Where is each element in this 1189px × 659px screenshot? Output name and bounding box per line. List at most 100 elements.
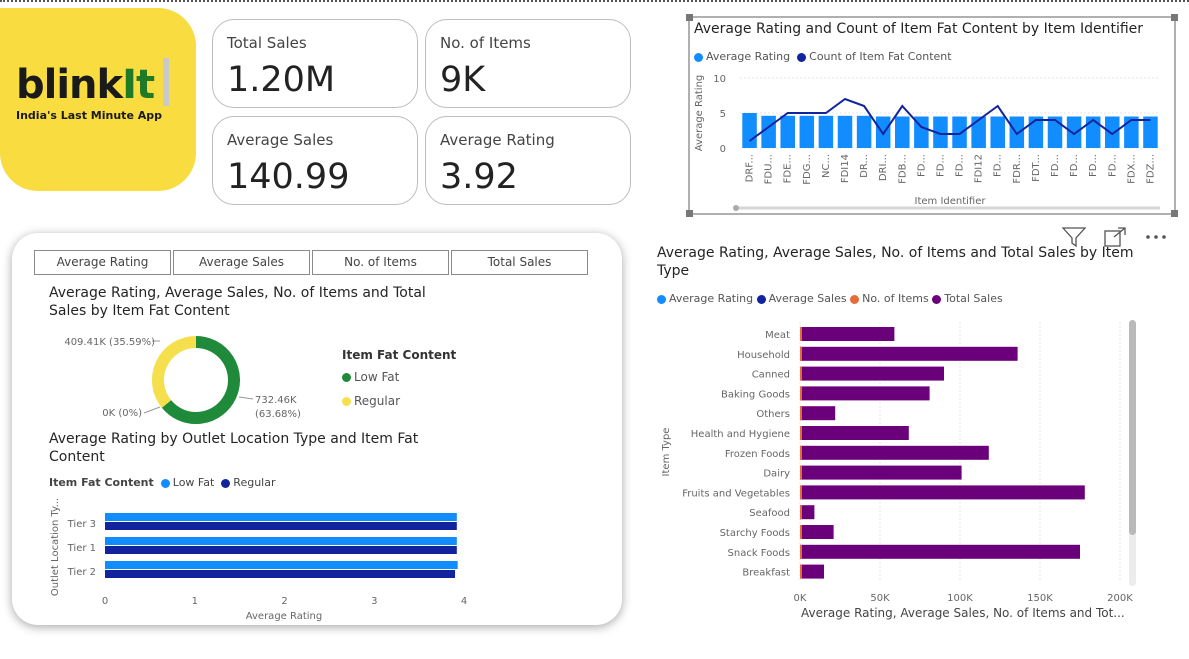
y-axis-title: Average Rating bbox=[694, 75, 705, 151]
legend-swatch bbox=[342, 397, 351, 406]
bar-regular bbox=[105, 546, 457, 554]
x-tick-label: FDT... bbox=[1031, 154, 1042, 182]
kpi-value: 9K bbox=[440, 60, 486, 100]
donut-data-label: 732.46K bbox=[255, 395, 297, 406]
bar-total-sales bbox=[800, 564, 824, 579]
y-tick-label: Snack Foods bbox=[728, 548, 790, 559]
kpi-card-total-sales[interactable]: Total Sales 1.20M bbox=[212, 19, 418, 108]
x-axis-title: Item Identifier bbox=[915, 196, 987, 207]
x-tick-label: FDZ... bbox=[1145, 154, 1156, 184]
x-tick-label: 2 bbox=[281, 596, 287, 607]
y-axis-title: Outlet Location Ty... bbox=[50, 498, 61, 596]
combo-chart-visual[interactable]: Average Rating and Count of Item Fat Con… bbox=[686, 14, 1178, 217]
y-tick-label: 10 bbox=[713, 74, 726, 85]
bar-low-fat bbox=[105, 537, 457, 545]
top-dotted-border bbox=[0, 0, 1189, 4]
bar-average-rating bbox=[1066, 116, 1082, 148]
legend-label: Average Sales bbox=[768, 292, 847, 305]
bar-low-fat bbox=[105, 561, 458, 569]
x-tick-label: DRF... bbox=[745, 154, 756, 182]
slicer-average-sales[interactable]: Average Sales bbox=[173, 250, 310, 275]
y-tick-label: Dairy bbox=[763, 469, 790, 480]
blinkit-logo: blinkIt India's Last Minute App bbox=[0, 8, 196, 191]
x-tick-label: FDG... bbox=[802, 154, 813, 185]
bar-no-of-items bbox=[800, 406, 802, 421]
bar-total-sales bbox=[800, 465, 962, 480]
y-tick-label: Household bbox=[737, 350, 790, 361]
legend-label: Regular bbox=[354, 394, 401, 408]
bar-average-rating bbox=[856, 115, 872, 148]
bar-total-sales bbox=[800, 366, 944, 381]
bar-total-sales bbox=[800, 525, 834, 539]
bar-total-sales bbox=[800, 327, 895, 341]
legend-label: Low Fat bbox=[354, 370, 400, 384]
legend-swatch bbox=[221, 478, 231, 488]
kpi-value: 1.20M bbox=[227, 60, 336, 100]
slicer-total-sales[interactable]: Total Sales bbox=[451, 250, 588, 275]
legend-swatch bbox=[342, 373, 351, 382]
bar-average-rating bbox=[742, 113, 757, 148]
legend-label: Total Sales bbox=[944, 292, 1003, 305]
kpi-label: No. of Items bbox=[440, 34, 531, 52]
x-tick-label: FD... bbox=[955, 154, 966, 177]
y-tick-label: Starchy Foods bbox=[720, 528, 790, 539]
bar-no-of-items bbox=[800, 525, 802, 539]
bar-no-of-items bbox=[800, 564, 802, 579]
bar-total-sales bbox=[800, 386, 930, 401]
x-tick-label: 50K bbox=[870, 593, 890, 604]
donut-data-label: (63.68%) bbox=[255, 409, 301, 420]
kpi-label: Average Rating bbox=[440, 131, 555, 149]
donut-legend-item-regular[interactable]: Regular bbox=[342, 394, 400, 408]
combo-chart-svg: 10 5 0 Average Rating DRF... FDU... FDE... FDG.… bbox=[694, 74, 1160, 211]
x-tick-label: 0K bbox=[794, 593, 807, 604]
slicer-no-of-items[interactable]: No. of Items bbox=[312, 250, 449, 275]
x-tick-label: DRI... bbox=[878, 154, 889, 181]
legend-label: Low Fat bbox=[172, 476, 215, 489]
chart-scrollbar-thumb[interactable] bbox=[1129, 320, 1136, 535]
donut-slice-regular bbox=[152, 336, 197, 408]
bar-no-of-items bbox=[800, 505, 802, 520]
x-tick-label: FDI12 bbox=[974, 154, 985, 183]
bar-no-of-items bbox=[800, 426, 802, 440]
y-tick-label: 5 bbox=[720, 109, 726, 120]
bar-total-sales bbox=[800, 406, 836, 421]
y-tick-label: Tier 2 bbox=[67, 567, 96, 578]
bar-average-rating bbox=[780, 115, 795, 148]
x-tick-label: NC... bbox=[821, 154, 832, 178]
x-tick-label: FDB... bbox=[897, 154, 908, 184]
x-tick-label: FDR... bbox=[1012, 154, 1023, 184]
bar-no-of-items bbox=[800, 485, 802, 500]
y-tick-label: Others bbox=[756, 409, 790, 420]
item-type-chart-title: Average Rating, Average Sales, No. of It… bbox=[657, 245, 1134, 279]
chart-scrollbar-track[interactable] bbox=[1129, 320, 1136, 586]
donut-chart-title: Average Rating, Average Sales, No. of It… bbox=[49, 285, 426, 319]
y-tick-label: Tier 1 bbox=[67, 543, 96, 554]
legend-label: Regular bbox=[233, 476, 276, 489]
bar-average-rating bbox=[837, 115, 853, 148]
bar-regular bbox=[105, 570, 456, 578]
kpi-card-average-rating[interactable]: Average Rating 3.92 bbox=[425, 116, 631, 205]
bar-no-of-items bbox=[800, 327, 802, 341]
x-axis-title: Average Rating bbox=[246, 611, 322, 622]
more-options-icon[interactable] bbox=[1143, 226, 1169, 248]
bar-total-sales bbox=[800, 346, 1018, 361]
kpi-card-no-of-items[interactable]: No. of Items 9K bbox=[425, 19, 631, 108]
bar-no-of-items bbox=[800, 445, 802, 460]
item-type-chart-legend: Average Rating Average Sales No. of Item… bbox=[657, 292, 1003, 305]
bar-average-rating bbox=[990, 116, 1005, 148]
slicer-average-rating[interactable]: Average Rating bbox=[34, 250, 171, 275]
logo-text-it: It bbox=[122, 62, 155, 108]
tier-chart-legend: Item Fat Content Low Fat Regular bbox=[49, 476, 276, 489]
logo-text-blink: blink bbox=[16, 62, 123, 108]
kpi-card-average-sales[interactable]: Average Sales 140.99 bbox=[212, 116, 418, 205]
y-tick-label: Seafood bbox=[749, 508, 790, 519]
bar-average-rating bbox=[895, 116, 910, 148]
bar-average-rating bbox=[799, 115, 815, 148]
x-tick-label: FD... bbox=[993, 154, 1004, 177]
donut-legend-item-low-fat[interactable]: Low Fat bbox=[342, 370, 399, 384]
bar-regular bbox=[105, 522, 457, 530]
y-tick-label: Fruits and Vegetables bbox=[682, 488, 790, 499]
x-tick-label: FDE... bbox=[783, 154, 794, 183]
y-tick-label: Health and Hygiene bbox=[691, 429, 790, 440]
bar-no-of-items bbox=[800, 544, 802, 559]
